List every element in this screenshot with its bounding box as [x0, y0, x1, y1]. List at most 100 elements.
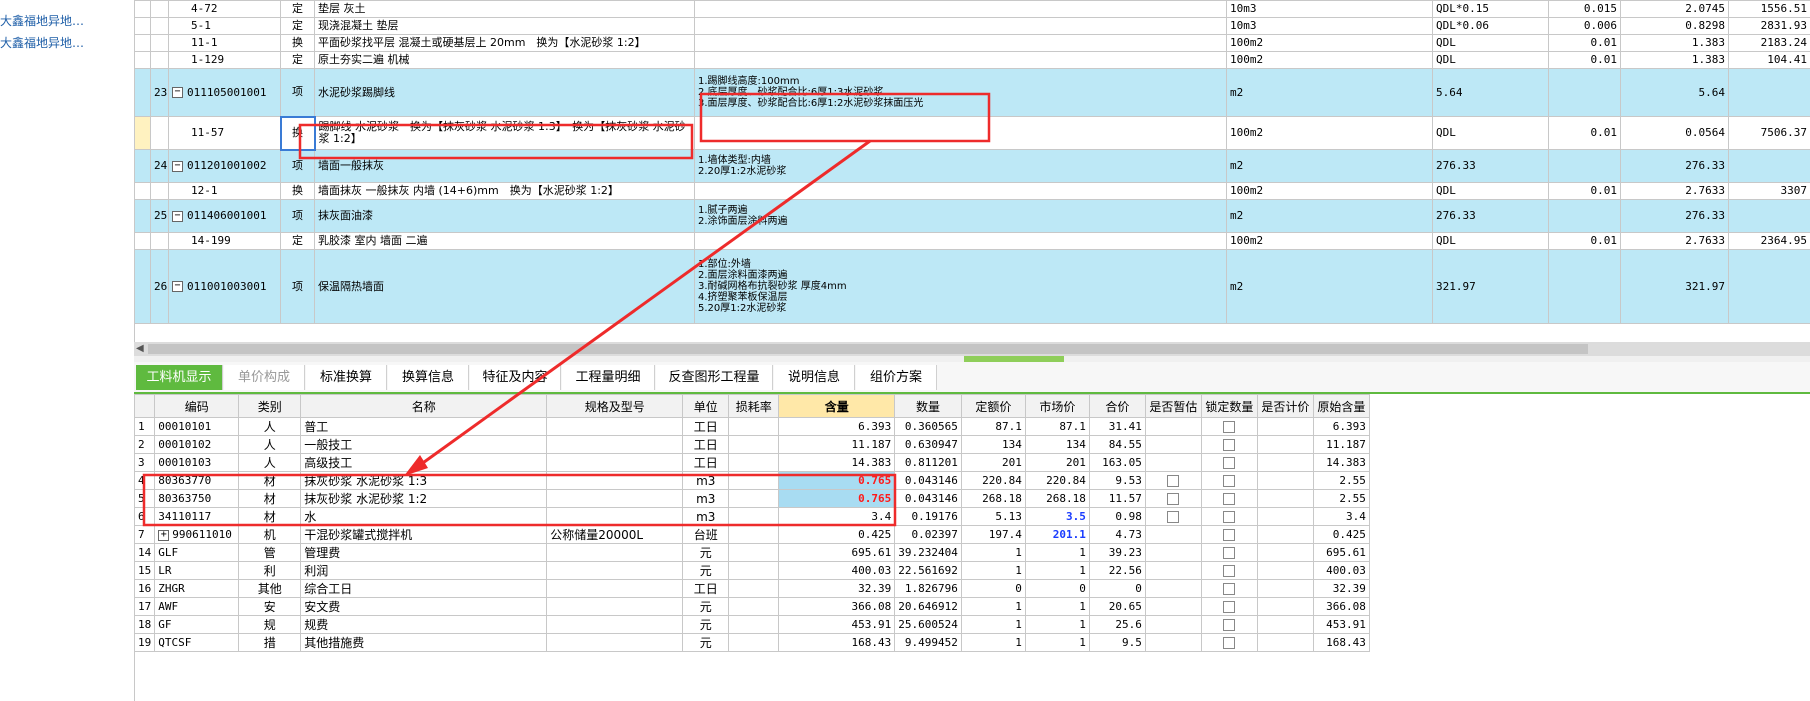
quota-price[interactable]: 201	[960, 453, 1026, 472]
item-features[interactable]	[694, 116, 1227, 150]
quantity-value[interactable]: 0.19176	[894, 507, 962, 526]
bill-item-row[interactable]: 24−011201001002 项墙面一般抹灰 1.墙体类型:内墙 2.20厚1:2…	[134, 149, 1810, 183]
resource-category[interactable]: 机	[238, 525, 302, 544]
loss-rate[interactable]	[728, 579, 780, 598]
item-code[interactable]: 4-72	[168, 0, 281, 18]
content-value[interactable]: 0.765	[778, 489, 896, 508]
item-type[interactable]: 项	[280, 249, 315, 324]
total-price[interactable]: 39.23	[1088, 543, 1146, 562]
item-name[interactable]: 平面砂浆找平层 混凝土或硬基层上 20mm 换为【水泥砂浆 1:2】	[314, 34, 695, 52]
row-number[interactable]: 15	[133, 561, 156, 580]
item-unit[interactable]: 100m2	[1226, 116, 1433, 150]
quantity-expression[interactable]: 5.64	[1432, 68, 1549, 117]
quota-price[interactable]: 1	[960, 597, 1026, 616]
row-number[interactable]: 18	[133, 615, 156, 634]
item-code[interactable]: 14-199	[168, 232, 281, 250]
row-number[interactable]	[150, 51, 169, 69]
original-content[interactable]: 2.55	[1312, 489, 1370, 508]
resource-name[interactable]: 其他措施费	[300, 633, 548, 652]
item-type[interactable]: 定	[280, 17, 315, 35]
checkbox[interactable]	[1223, 493, 1236, 505]
item-code[interactable]: −011201001002	[168, 149, 281, 183]
resource-spec[interactable]	[546, 633, 684, 652]
checkbox[interactable]	[1223, 637, 1236, 649]
scroll-thumb[interactable]	[148, 344, 1588, 354]
tab-pricing-scheme[interactable]: 组价方案	[856, 365, 937, 390]
quota-sub-row[interactable]: 12-1 换墙面抹灰 一般抹灰 内墙 (14+6)mm 换为【水泥砂浆 1:2】 1…	[134, 182, 1810, 200]
item-name[interactable]: 抹灰面油漆	[314, 199, 695, 233]
item-code[interactable]: 12-1	[168, 182, 281, 200]
quantity-value[interactable]: 22.561692	[894, 561, 962, 580]
quantity-expression[interactable]: QDL	[1432, 51, 1549, 69]
bill-item-row[interactable]: 26−011001003001 项保温隔热墙面 1.部位:外墙 2.面层涂料面漆两遍…	[134, 249, 1810, 324]
market-price[interactable]: 201.1	[1024, 525, 1090, 544]
column-header[interactable]: 是否暂估	[1144, 394, 1202, 418]
resource-code[interactable]: ZHGR	[154, 579, 240, 598]
quantity-value[interactable]: 0.811201	[894, 453, 962, 472]
quantity-value[interactable]: 25.600524	[894, 615, 962, 634]
quantity-value[interactable]: 5.64	[1620, 68, 1729, 117]
row-number[interactable]	[150, 34, 169, 52]
resource-unit[interactable]: 元	[682, 561, 730, 580]
quantity-value[interactable]: 9.499452	[894, 633, 962, 652]
unit-price[interactable]	[1728, 68, 1810, 117]
item-code[interactable]: 1-129	[168, 51, 281, 69]
quota-price[interactable]: 197.4	[960, 525, 1026, 544]
column-header[interactable]: 原始含量	[1312, 394, 1370, 418]
content-value[interactable]: 0.01	[1548, 182, 1621, 200]
resource-category[interactable]: 材	[238, 507, 302, 526]
column-header[interactable]: 名称	[300, 394, 548, 418]
resource-row[interactable]: 4 80363770 材抹灰砂浆 水泥砂浆 1:3 m3 0.765 0.043146 22…	[133, 471, 1370, 490]
resource-name[interactable]: 抹灰砂浆 水泥砂浆 1:2	[300, 489, 548, 508]
quantity-expression[interactable]: QDL	[1432, 116, 1549, 150]
resource-code[interactable]: +990611010	[154, 525, 240, 544]
content-value[interactable]: 400.03	[778, 561, 896, 580]
tab-conversion-info[interactable]: 换算信息	[388, 365, 469, 390]
checkbox[interactable]	[1223, 619, 1236, 631]
quantity-value[interactable]: 20.646912	[894, 597, 962, 616]
quantity-expression[interactable]: QDL*0.15	[1432, 0, 1549, 18]
total-price[interactable]: 11.57	[1088, 489, 1146, 508]
quantity-value[interactable]: 0.0564	[1620, 116, 1729, 150]
resource-code[interactable]: QTCSF	[154, 633, 240, 652]
resource-spec[interactable]: 公称储量20000L	[546, 525, 684, 544]
checkbox[interactable]	[1223, 565, 1236, 577]
resource-category[interactable]: 人	[238, 435, 302, 454]
item-name[interactable]: 原土夯实二遍 机械	[314, 51, 695, 69]
column-header[interactable]: 定额价	[960, 394, 1026, 418]
market-price[interactable]: 1	[1024, 633, 1090, 652]
content-value[interactable]: 0.01	[1548, 232, 1621, 250]
quantity-expression[interactable]: 276.33	[1432, 149, 1549, 183]
checkbox[interactable]	[1167, 475, 1180, 487]
content-value[interactable]: 0.01	[1548, 34, 1621, 52]
column-header[interactable]: 单位	[682, 394, 730, 418]
resource-unit[interactable]: m3	[682, 507, 730, 526]
total-price[interactable]: 0.98	[1088, 507, 1146, 526]
checkbox[interactable]	[1223, 511, 1236, 523]
resource-spec[interactable]	[546, 543, 684, 562]
row-number[interactable]: 19	[133, 633, 156, 652]
quantity-value[interactable]: 321.97	[1620, 249, 1729, 324]
tree-item[interactable]: 大鑫福地异地…	[0, 12, 132, 29]
resource-category[interactable]: 措	[238, 633, 302, 652]
resource-spec[interactable]	[546, 489, 684, 508]
column-header[interactable]: 损耗率	[728, 394, 780, 418]
quota-price[interactable]: 0	[960, 579, 1026, 598]
resource-unit[interactable]: 元	[682, 633, 730, 652]
content-value[interactable]	[1548, 249, 1621, 324]
resource-category[interactable]: 材	[238, 489, 302, 508]
item-name[interactable]: 踢脚线 水泥砂浆 换为【抹灰砂浆 水泥砂浆 1:3】 换为【抹灰砂浆 水泥砂浆 …	[314, 116, 695, 150]
item-features[interactable]	[694, 17, 1227, 35]
quantity-value[interactable]: 276.33	[1620, 149, 1729, 183]
quantity-value[interactable]: 2.0745	[1620, 0, 1729, 18]
resource-unit[interactable]: 工日	[682, 417, 730, 436]
content-value[interactable]: 0.01	[1548, 51, 1621, 69]
total-price[interactable]: 163.05	[1088, 453, 1146, 472]
content-value[interactable]: 366.08	[778, 597, 896, 616]
resource-row[interactable]: 1 00010101 人普工 工日 6.393 0.360565 87.1 87.1 31.41…	[133, 417, 1370, 436]
item-unit[interactable]: 100m2	[1226, 51, 1433, 69]
item-unit[interactable]: 10m3	[1226, 0, 1433, 18]
original-content[interactable]: 2.55	[1312, 471, 1370, 490]
resource-spec[interactable]	[546, 597, 684, 616]
quota-price[interactable]: 1	[960, 543, 1026, 562]
